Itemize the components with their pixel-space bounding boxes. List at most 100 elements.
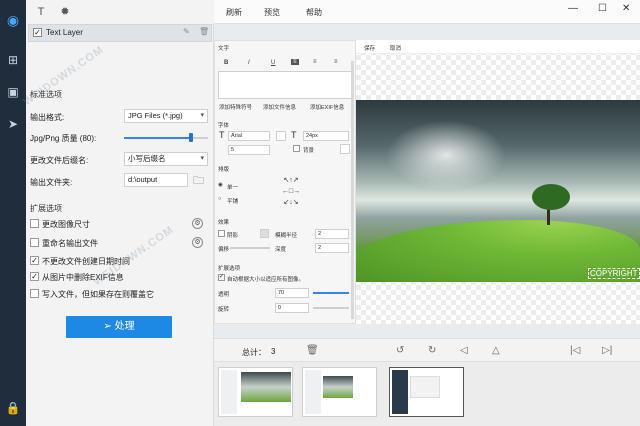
- thumbnail-1[interactable]: [218, 367, 293, 417]
- text-content-area[interactable]: [218, 71, 353, 99]
- shadow-color-swatch[interactable]: [260, 229, 269, 238]
- menu-preview[interactable]: 预览: [264, 7, 280, 18]
- edit-icon[interactable]: ✎: [183, 27, 190, 36]
- menu-help[interactable]: 帮助: [306, 7, 322, 18]
- border-width-value: 5: [231, 147, 235, 153]
- italic-button[interactable]: I: [248, 60, 250, 66]
- font-color-swatch[interactable]: [276, 131, 286, 141]
- font-family-icon: T: [219, 130, 225, 140]
- radio-single-icon[interactable]: ◉: [218, 182, 223, 188]
- minimize-icon[interactable]: —: [568, 3, 578, 14]
- quality-slider-fill: [124, 137, 192, 139]
- ext-option-checkbox[interactable]: [30, 219, 39, 228]
- underline-button[interactable]: U: [271, 60, 275, 66]
- layer-checkbox[interactable]: ✓: [33, 28, 42, 37]
- rename-select[interactable]: 小写后缀名: [124, 152, 208, 166]
- thumbnail-3[interactable]: [389, 367, 464, 417]
- flip-vertical-icon[interactable]: ◁: [460, 345, 468, 357]
- add-image-icon[interactable]: ⊞: [5, 52, 21, 68]
- shadow-checkbox[interactable]: [218, 230, 225, 237]
- settings-gear-icon[interactable]: ⚙: [192, 237, 203, 248]
- position-grid[interactable]: ↖↑↗ ←□→ ↙↓↘: [275, 175, 307, 209]
- ext-option-checkbox[interactable]: ✓: [30, 256, 39, 265]
- ext-option-checkbox[interactable]: [30, 238, 39, 247]
- lock-icon[interactable]: 🔒: [5, 400, 21, 416]
- send-icon[interactable]: ➤: [5, 116, 21, 132]
- add-logo-icon[interactable]: ✹: [58, 5, 72, 19]
- thumbnail-image: [323, 376, 353, 398]
- ext-option-label: 重命名输出文件: [42, 239, 98, 248]
- rotate-slider[interactable]: [313, 307, 349, 309]
- thumbnail-image: [241, 372, 291, 402]
- preview-tab-cancel[interactable]: 取消: [390, 44, 401, 52]
- opacity-label: 透明: [218, 292, 230, 298]
- add-folder-icon[interactable]: ▣: [5, 84, 21, 100]
- preview-image[interactable]: COPYRIGHT: [356, 100, 640, 282]
- offset-slider[interactable]: [230, 247, 270, 249]
- auto-scale-checkbox[interactable]: ✓: [218, 274, 225, 281]
- rotate-value: 0: [278, 305, 282, 311]
- font-family-select[interactable]: Arial: [228, 131, 270, 141]
- font-size-select[interactable]: 24px: [303, 131, 349, 141]
- background-color-swatch[interactable]: [340, 144, 350, 154]
- settings-scrollbar[interactable]: [351, 61, 354, 319]
- align-left-icon[interactable]: ≡: [291, 59, 299, 65]
- shadow-blur-stepper[interactable]: 2: [315, 229, 349, 239]
- quality-slider-thumb[interactable]: [189, 133, 194, 142]
- bold-button[interactable]: B: [224, 60, 228, 66]
- maximize-icon[interactable]: ☐: [598, 3, 607, 14]
- tree-crown: [532, 184, 570, 210]
- rotate-right-icon[interactable]: ↻: [428, 345, 436, 357]
- delete-icon[interactable]: 🗑: [199, 27, 209, 36]
- copyright-watermark[interactable]: COPYRIGHT: [588, 268, 640, 279]
- send-icon: ➢: [103, 321, 115, 332]
- output-format-select[interactable]: JPG Files (*.jpg): [124, 109, 208, 123]
- output-folder-label: 输出文件夹:: [30, 178, 73, 187]
- layer-name: Text Layer: [46, 28, 83, 37]
- layer-toolbar: T ✹: [26, 0, 214, 24]
- rotate-left-icon[interactable]: ↺: [396, 345, 404, 357]
- opacity-stepper[interactable]: 70: [275, 288, 309, 298]
- process-button-label: 处理: [114, 321, 135, 332]
- add-text-icon[interactable]: T: [34, 5, 48, 19]
- file-info-dropdown[interactable]: 添加文件信息: [263, 103, 296, 111]
- layer-row[interactable]: ✓ Text Layer ✎ 🗑: [28, 24, 212, 42]
- preview-tab-save[interactable]: 保存: [364, 44, 375, 52]
- depth-stepper[interactable]: 2: [315, 243, 349, 253]
- top-menu: 刷新 预览 帮助 — ☐ ✕: [214, 0, 640, 24]
- watermark-text: WEIDOWN.COM: [21, 43, 107, 109]
- close-icon[interactable]: ✕: [622, 3, 630, 14]
- bottom-toolbar: 总计： 3 🗑 ↺ ↻ ◁ △ |◁ ▷|: [214, 338, 640, 362]
- total-value: 3: [271, 347, 276, 356]
- process-button[interactable]: ➢ 处理: [66, 316, 172, 338]
- first-page-icon[interactable]: |◁: [570, 345, 580, 357]
- align-right-icon[interactable]: ≡: [334, 59, 338, 65]
- ext-option-checkbox[interactable]: ✓: [30, 272, 39, 281]
- effect-section-title: 效果: [218, 220, 230, 226]
- preview-toolbar: 保存 取消: [356, 40, 640, 54]
- exif-info-dropdown[interactable]: 添加EXIF信息: [310, 103, 344, 111]
- rotate-stepper[interactable]: 0: [275, 303, 309, 313]
- thumbnail-2[interactable]: [302, 367, 377, 417]
- special-symbol-dropdown[interactable]: 添加特殊符号: [219, 103, 252, 111]
- output-folder-input[interactable]: d:\output: [124, 173, 188, 187]
- menu-refresh[interactable]: 刷新: [226, 7, 242, 18]
- background-checkbox[interactable]: [293, 145, 300, 152]
- flip-horizontal-icon[interactable]: △: [492, 345, 500, 357]
- cloud-glow: [386, 120, 506, 190]
- total-label: 总计：: [242, 348, 266, 357]
- extended-options-title: 扩展选项: [30, 204, 62, 213]
- radio-tile-icon[interactable]: ○: [218, 196, 221, 202]
- opacity-value: 70: [278, 290, 285, 296]
- settings-gear-icon[interactable]: ⚙: [192, 218, 203, 229]
- ext-option-checkbox[interactable]: [30, 289, 39, 298]
- output-format-label: 输出格式:: [30, 113, 65, 122]
- browse-folder-icon[interactable]: 🗀: [193, 172, 204, 191]
- opacity-slider[interactable]: [313, 292, 349, 294]
- align-center-icon[interactable]: ≡: [313, 59, 317, 65]
- trash-icon[interactable]: 🗑: [306, 345, 319, 357]
- last-page-icon[interactable]: ▷|: [602, 345, 612, 357]
- border-width-stepper[interactable]: 5: [228, 145, 270, 155]
- shadow-label: 阴影: [227, 233, 239, 239]
- font-size-icon: T: [291, 130, 297, 140]
